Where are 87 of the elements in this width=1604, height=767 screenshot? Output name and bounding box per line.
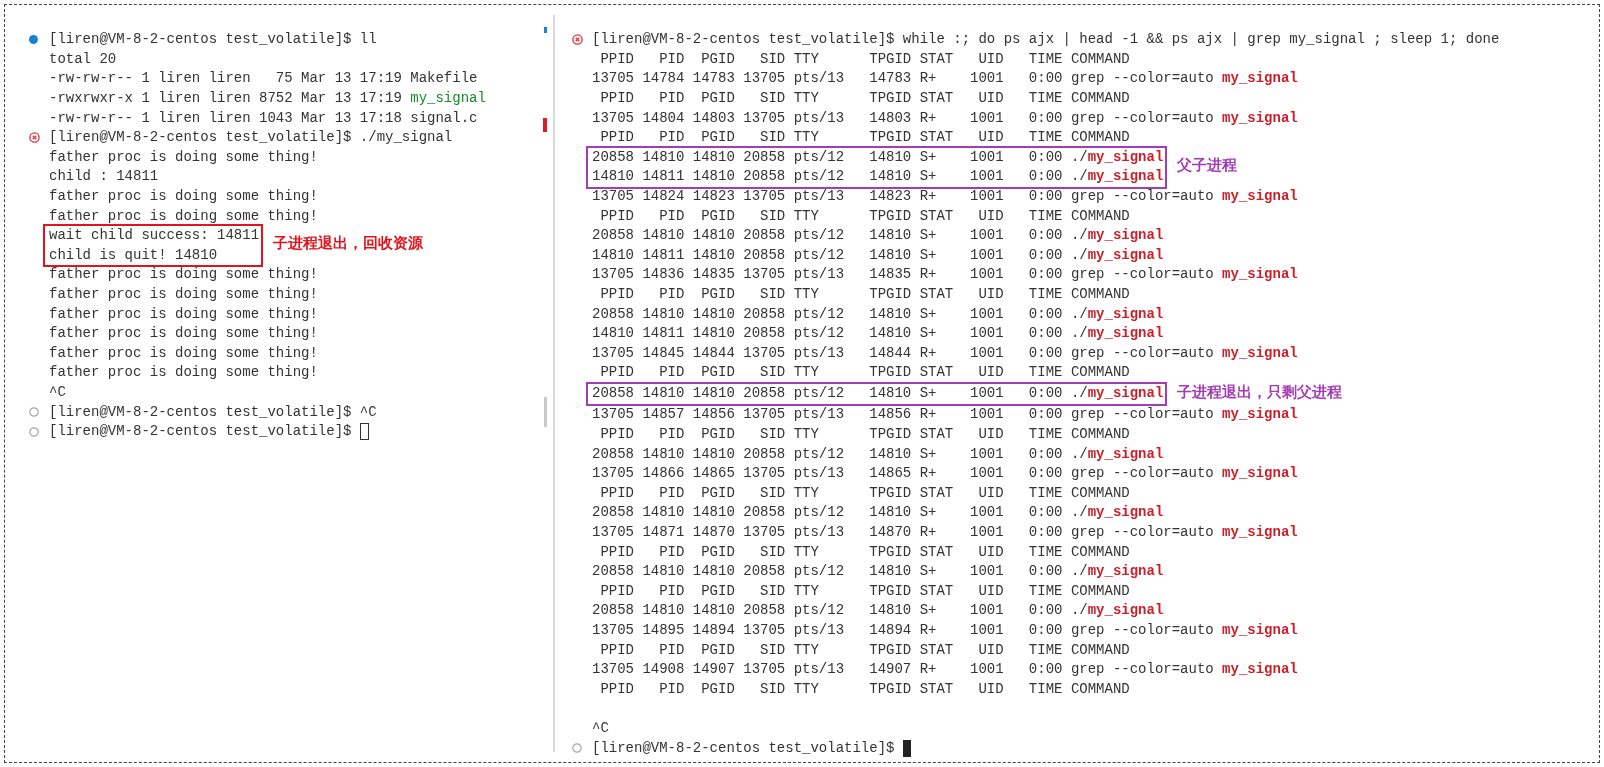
terminal-text: [liren@VM-8-2-centos test_volatile]$ while :; do ps ajx | head -1 && ps ajx | grep my_signal ; sleep 1; done — [592, 30, 1500, 50]
terminal-text: -rw-rw-r-- 1 liren liren 1043 Mar 13 17:18 signal.c — [49, 108, 478, 128]
annotation-note: 子进程退出，回收资源 — [273, 234, 424, 256]
terminal-text: 13705 14857 14856 13705 pts/13 14856 R+ 1001 0:00 grep --color=auto — [592, 405, 1215, 425]
highlighted-match: my_signal — [1087, 324, 1164, 344]
terminal-text: PPID PID PGID SID TTY TPGID STAT UID TIME COMMAND — [599, 285, 1130, 304]
terminal-text: 20858 14810 14810 20858 pts/12 14810 S+ 1001 0:00 ./ — [592, 562, 1088, 582]
scroll-marker — [543, 118, 547, 132]
terminal-text: father proc is doing some thing! — [49, 147, 318, 167]
highlighted-match: my_signal — [1222, 343, 1298, 363]
terminal-text: [liren@VM-8-2-centos test_volatile]$ — [592, 738, 896, 758]
terminal-text: 13705 14784 14783 13705 pts/13 14783 R+ 1001 0:00 grep --color=auto — [592, 69, 1215, 89]
terminal-text: [liren@VM-8-2-centos test_volatile]$ ^C — [49, 402, 377, 422]
highlighted-match: my_signal — [1087, 444, 1164, 464]
terminal-text: 13705 14845 14844 13705 pts/13 14844 R+ 1001 0:00 grep --color=auto — [592, 343, 1215, 363]
highlighted-match: my_signal — [1222, 187, 1298, 207]
highlighted-match: my_signal — [1087, 226, 1164, 246]
highlighted-match: my_signal — [1222, 660, 1298, 680]
terminal-text: [liren@VM-8-2-centos test_volatile]$ ll — [49, 30, 377, 50]
highlighted-match: my_signal — [1222, 464, 1298, 484]
terminal-text: 20858 14810 14810 20858 pts/12 14810 S+ 1001 0:00 ./ — [592, 147, 1088, 167]
terminal-text: ^C — [49, 383, 66, 402]
terminal-text: 14810 14811 14810 20858 pts/12 14810 S+ 1001 0:00 ./ — [592, 167, 1088, 187]
terminal-text: PPID PID PGID SID TTY TPGID STAT UID TIME COMMAND — [599, 128, 1130, 148]
highlighted-match: my_signal — [1222, 69, 1298, 89]
highlighted-match: my_signal — [1087, 167, 1164, 187]
highlighted-match: my_signal — [1087, 601, 1164, 621]
terminal-text: 13705 14804 14803 13705 pts/13 14803 R+ 1001 0:00 grep --color=auto — [592, 108, 1215, 128]
scroll-marker — [544, 397, 547, 427]
highlighted-match: my_signal — [1222, 523, 1298, 543]
text-cursor — [902, 739, 911, 757]
terminal-text: [liren@VM-8-2-centos test_volatile]$ — [49, 422, 353, 442]
terminal-text: 13705 14895 14894 13705 pts/13 14894 R+ 1001 0:00 grep --color=auto — [592, 621, 1215, 640]
terminal-text: ^C — [592, 719, 609, 738]
terminal-text: father proc is doing some thing! — [49, 285, 318, 304]
terminal-text: PPID PID PGID SID TTY TPGID STAT UID TIME COMMAND — [599, 542, 1130, 562]
terminal-text: 13705 14866 14865 13705 pts/13 14865 R+ 1001 0:00 grep --color=auto — [592, 464, 1215, 484]
highlighted-match: my_signal — [1087, 245, 1164, 265]
terminal-text: PPID PID PGID SID TTY TPGID STAT UID TIME COMMAND — [599, 206, 1130, 226]
terminal-text: 13705 14824 14823 13705 pts/13 14823 R+ 1001 0:00 grep --color=auto — [592, 187, 1215, 207]
terminal-text: 14810 14811 14810 20858 pts/12 14810 S+ 1001 0:00 ./ — [592, 245, 1088, 265]
terminal-text: father proc is doing some thing! — [49, 206, 318, 226]
terminal-text: 20858 14810 14810 20858 pts/12 14810 S+ 1001 0:00 ./ — [592, 444, 1088, 464]
highlighted-match: my_signal — [1222, 621, 1298, 640]
terminal-text: 20858 14810 14810 20858 pts/12 14810 S+ 1001 0:00 ./ — [592, 601, 1088, 621]
terminal-text: child : 14811 — [49, 167, 159, 187]
terminal-text: PPID PID PGID SID TTY TPGID STAT UID TIME COMMAND — [599, 89, 1130, 109]
terminal-text: father proc is doing some thing! — [49, 343, 318, 363]
highlighted-match: my_signal — [1087, 503, 1164, 523]
scroll-marker — [544, 27, 547, 33]
highlighted-match: my_signal — [410, 89, 486, 109]
terminal-text: father proc is doing some thing! — [49, 304, 318, 324]
terminal-text: 13705 14908 14907 13705 pts/13 14907 R+ 1001 0:00 grep --color=auto — [592, 660, 1215, 680]
terminal-text: 14810 14811 14810 20858 pts/12 14810 S+ 1001 0:00 ./ — [592, 324, 1088, 344]
highlighted-match: my_signal — [1087, 304, 1164, 324]
terminal-text: PPID PID PGID SID TTY TPGID STAT UID TIME COMMAND — [599, 679, 1130, 699]
terminal-text: total 20 — [49, 49, 117, 69]
terminal-text: PPID PID PGID SID TTY TPGID STAT UID TIME COMMAND — [599, 363, 1130, 383]
terminal-text: 20858 14810 14810 20858 pts/12 14810 S+ 1001 0:00 ./ — [592, 304, 1088, 324]
highlighted-match: my_signal — [1087, 562, 1164, 582]
terminal-text: 20858 14810 14810 20858 pts/12 14810 S+ 1001 0:00 ./ — [592, 384, 1088, 404]
terminal-text: PPID PID PGID SID TTY TPGID STAT UID TIME COMMAND — [599, 49, 1130, 69]
highlighted-match: my_signal — [1087, 147, 1164, 167]
text-cursor — [359, 423, 369, 441]
terminal-text: child is quit! 14810 — [49, 245, 218, 265]
highlighted-match: my_signal — [1222, 405, 1298, 425]
annotation-note: 父子进程 — [1177, 156, 1238, 177]
terminal-text: PPID PID PGID SID TTY TPGID STAT UID TIME COMMAND — [599, 640, 1130, 660]
terminal-text: [liren@VM-8-2-centos test_volatile]$ ./my_signal — [49, 128, 453, 148]
highlighted-match: my_signal — [1222, 108, 1298, 128]
terminal-text: PPID PID PGID SID TTY TPGID STAT UID TIME COMMAND — [599, 581, 1130, 601]
terminal-text: wait child success: 14811 — [49, 226, 260, 246]
terminal-text: -rwxrwxr-x 1 liren liren 8752 Mar 13 17:19 — [49, 89, 403, 109]
terminal-text: father proc is doing some thing! — [49, 324, 318, 344]
terminal-text: PPID PID PGID SID TTY TPGID STAT UID TIME COMMAND — [599, 483, 1130, 503]
terminal-text: father proc is doing some thing! — [49, 187, 318, 207]
terminal-text: father proc is doing some thing! — [49, 363, 318, 383]
terminal-text: 13705 14871 14870 13705 pts/13 14870 R+ 1001 0:00 grep --color=auto — [592, 523, 1215, 543]
highlighted-match: my_signal — [1222, 265, 1298, 285]
terminal-text: 20858 14810 14810 20858 pts/12 14810 S+ 1001 0:00 ./ — [592, 503, 1088, 523]
terminal-text: father proc is doing some thing! — [49, 265, 318, 285]
highlighted-match: my_signal — [1087, 384, 1164, 404]
terminal-text: -rw-rw-r-- 1 liren liren 75 Mar 13 17:19 Makefile — [49, 69, 478, 89]
annotation-note: 子进程退出，只剩父进程 — [1177, 383, 1343, 404]
terminal-text: 13705 14836 14835 13705 pts/13 14835 R+ 1001 0:00 grep --color=auto — [592, 265, 1215, 285]
terminal-text: PPID PID PGID SID TTY TPGID STAT UID TIME COMMAND — [599, 425, 1130, 445]
terminal-text: 20858 14810 14810 20858 pts/12 14810 S+ 1001 0:00 ./ — [592, 226, 1088, 246]
